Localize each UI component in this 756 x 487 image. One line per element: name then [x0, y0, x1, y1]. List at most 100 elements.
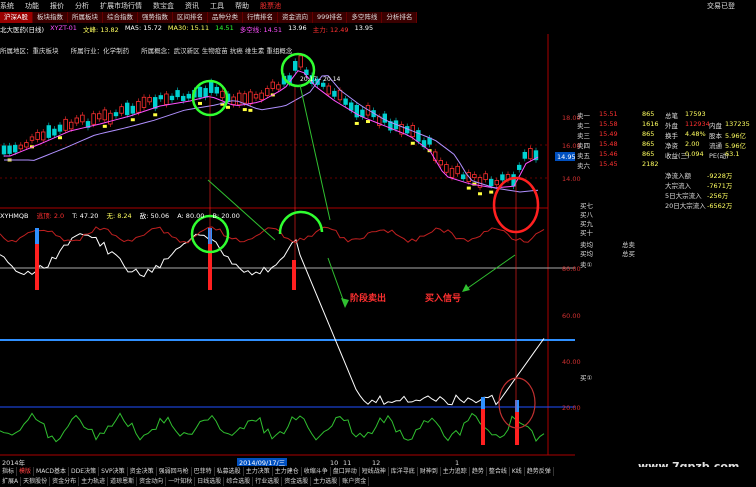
candle — [186, 93, 191, 99]
indicator-tab[interactable]: 收缩斗争 — [302, 467, 331, 476]
candle — [7, 145, 12, 154]
function-tab[interactable]: 主力轨迹 — [79, 477, 109, 486]
indicator-tab[interactable]: 财神到 — [418, 467, 441, 476]
stat-key: 净资 — [665, 142, 678, 150]
indicator-tab[interactable]: 整合线 — [487, 467, 510, 476]
function-tab[interactable]: 日线选股 — [195, 477, 225, 486]
ask-price[interactable]: 15.51 — [599, 110, 618, 118]
indicator-tab[interactable]: SVP决策 — [99, 467, 128, 476]
indicator-a: A: 80.00 — [177, 212, 205, 220]
arrow-head — [341, 298, 349, 308]
ask-price[interactable]: 15.58 — [599, 120, 618, 128]
indicator-name: XYHMQB — [0, 212, 29, 220]
ask-label: 卖五 — [577, 152, 590, 160]
indicator-white-line — [0, 233, 545, 406]
ask-volume: 2182 — [642, 160, 659, 168]
candle — [382, 113, 387, 123]
candle — [164, 93, 169, 105]
ask-label: 卖一 — [577, 112, 590, 120]
signal-bar — [292, 260, 296, 290]
indicator-tab[interactable]: K线 — [510, 467, 525, 476]
indicator-tab[interactable]: 趋势反弹 — [525, 467, 554, 476]
signal-dot — [410, 141, 415, 145]
candle — [80, 114, 85, 123]
candle — [197, 86, 203, 98]
indicator-tab[interactable]: 模版 — [17, 467, 35, 476]
candlestick-series — [1, 52, 539, 196]
date-label: 2014年 — [2, 458, 26, 467]
candle — [276, 84, 281, 90]
indicator-tab[interactable]: 主力追踪 — [441, 467, 470, 476]
function-tab[interactable]: 主力选股 — [311, 477, 341, 486]
candle — [46, 125, 51, 138]
indicator-tab[interactable]: 库洋寻底 — [389, 467, 418, 476]
candle — [175, 90, 180, 98]
candle — [483, 173, 488, 180]
function-tab[interactable]: 资金分布 — [50, 477, 80, 486]
candle — [348, 102, 354, 111]
candle — [416, 130, 421, 142]
candle — [460, 174, 466, 180]
candle — [130, 105, 135, 114]
signal-dot — [248, 108, 253, 112]
indicator-tab[interactable]: DDE决策 — [69, 467, 100, 476]
indicator-tab[interactable]: 主力决策 — [244, 467, 273, 476]
date-label: 11 — [343, 459, 351, 467]
candle — [326, 85, 331, 95]
signal-dot — [153, 113, 158, 117]
candle — [494, 180, 499, 186]
candle — [119, 106, 124, 114]
indicator-label-line: XYHMQB 逃顶: 2.0 T: 47.20 无: 8.24 敌: 50.06… — [0, 210, 246, 220]
candle — [320, 82, 326, 87]
candle — [264, 88, 270, 96]
function-tab[interactable]: 综合选股 — [224, 477, 254, 486]
ask-price[interactable]: 15.46 — [599, 150, 618, 158]
candle — [63, 118, 68, 131]
indicator-tab[interactable]: 私募选股 — [215, 467, 244, 476]
function-tab[interactable]: 一叶知秋 — [166, 477, 196, 486]
candle — [1, 145, 7, 155]
candle — [136, 101, 141, 113]
indicator-tab[interactable]: 趋势 — [470, 467, 487, 476]
buy-annotation: 买入信号 — [425, 292, 461, 304]
date-label: 2014/09/17/三 — [239, 459, 286, 467]
function-tab[interactable]: 天狼股份 — [21, 477, 51, 486]
ask-price[interactable]: 15.49 — [599, 130, 618, 138]
flow-value: -256万 — [707, 192, 729, 200]
signal-bar — [35, 228, 39, 244]
signal-dot — [489, 190, 494, 194]
function-tab[interactable]: 资金动向 — [137, 477, 167, 486]
flow-value: -7671万 — [707, 182, 733, 190]
indicator-green-line — [0, 412, 545, 443]
candle — [108, 112, 113, 125]
indicator-tab[interactable]: 主力建仓 — [273, 467, 302, 476]
ask-price[interactable]: 15.45 — [599, 160, 618, 168]
indicator-tab[interactable]: 资金决策 — [128, 467, 157, 476]
signal-bar — [515, 400, 519, 412]
function-tab[interactable]: 道琼恩斯 — [108, 477, 138, 486]
candle — [438, 160, 443, 166]
function-tab[interactable]: 扩展A — [0, 477, 22, 486]
ask-label: 卖三 — [577, 132, 590, 140]
indicator-tab[interactable]: 巴菲特 — [192, 467, 215, 476]
sell-label: 卖① — [580, 261, 593, 269]
indicator-tab[interactable]: 短线战神 — [360, 467, 389, 476]
function-tab[interactable]: 行业选股 — [253, 477, 283, 486]
stat-key: 总笔 — [665, 112, 678, 120]
ask-volume: 865 — [642, 130, 655, 138]
flow-key: 5日大宗流入 — [665, 192, 702, 200]
candle — [41, 131, 46, 141]
indicator-tab[interactable]: 强弱回马枪 — [157, 467, 192, 476]
function-tab[interactable]: 资金选股 — [282, 477, 312, 486]
quote-panel: 卖一 15.51 865 卖二 15.58 1616 卖三 15.49 865 卖四 15.48 86… — [577, 110, 756, 465]
indicator-tab[interactable]: MACD基本 — [34, 467, 70, 476]
indicator-b: B: 20.00 — [212, 212, 240, 220]
indicator-tab[interactable]: 盘口异动 — [331, 467, 360, 476]
function-tab-bar: 扩展A 天狼股份 资金分布 主力轨迹 道琼恩斯 资金动向 一叶知秋 日线选股 综合选股 行业选股资… — [0, 477, 756, 486]
candle — [113, 112, 119, 117]
candle — [522, 151, 527, 159]
candle — [472, 174, 477, 178]
indicator-tab[interactable]: 指标 — [0, 467, 18, 476]
ask-price[interactable]: 15.48 — [599, 140, 618, 148]
function-tab[interactable]: 账户资金 — [340, 477, 370, 486]
